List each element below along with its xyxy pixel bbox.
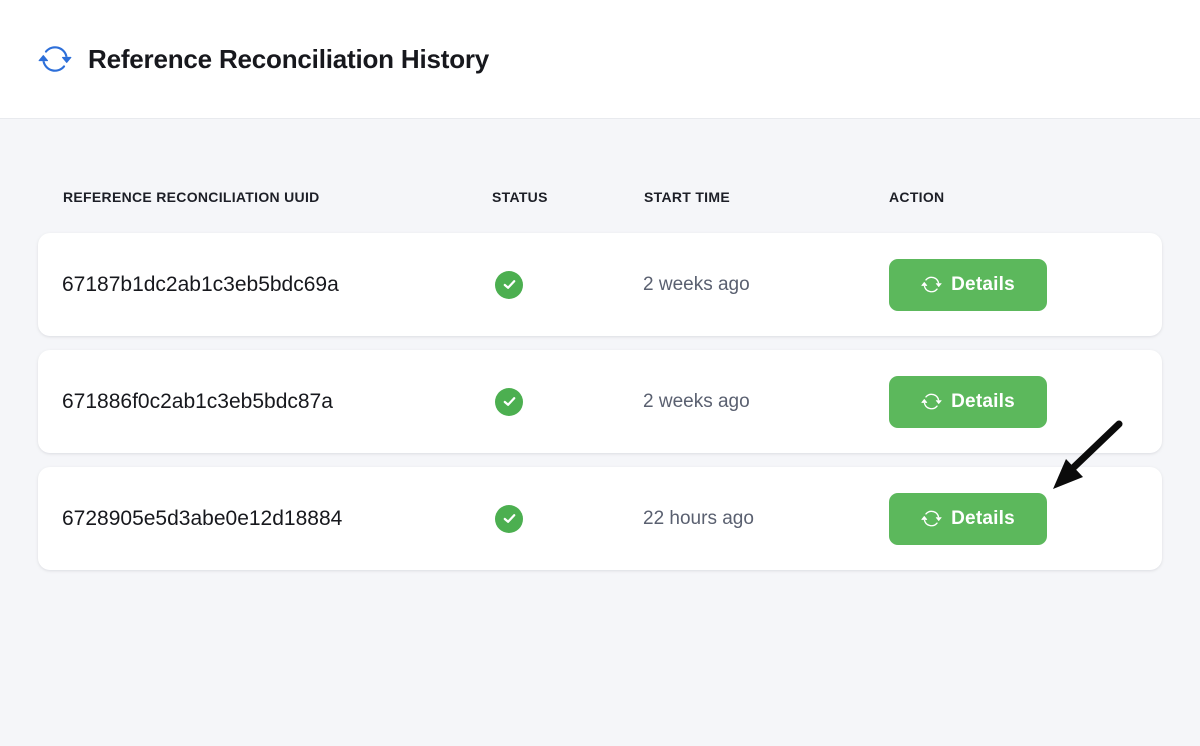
column-header-start-time: START TIME (644, 189, 730, 205)
table-row: 67187b1dc2ab1c3eb5bdc69a 2 weeks ago (38, 233, 1162, 336)
start-time-value: 2 weeks ago (643, 274, 750, 296)
details-button[interactable]: Details (889, 376, 1047, 428)
action-cell: Details (889, 376, 1047, 428)
column-header-action: ACTION (889, 189, 944, 205)
history-table: REFERENCE RECONCILIATION UUID STATUS STA… (0, 189, 1200, 570)
table-row: 671886f0c2ab1c3eb5bdc87a 2 weeks ago (38, 350, 1162, 453)
status-cell (495, 388, 523, 416)
sync-icon (38, 42, 72, 76)
sync-icon (921, 274, 942, 295)
details-button-label: Details (951, 391, 1015, 413)
check-circle-icon (495, 388, 523, 416)
status-cell (495, 271, 523, 299)
action-cell: Details (889, 493, 1047, 545)
uuid-value: 67187b1dc2ab1c3eb5bdc69a (62, 273, 339, 297)
details-button[interactable]: Details (889, 259, 1047, 311)
sync-icon (921, 508, 942, 529)
check-circle-icon (495, 505, 523, 533)
uuid-value: 671886f0c2ab1c3eb5bdc87a (62, 390, 333, 414)
app-header: Reference Reconciliation History (0, 0, 1200, 119)
details-button-label: Details (951, 274, 1015, 296)
uuid-value: 6728905e5d3abe0e12d18884 (62, 507, 342, 531)
table-row: 6728905e5d3abe0e12d18884 22 hours ago (38, 467, 1162, 570)
column-header-uuid: REFERENCE RECONCILIATION UUID (63, 189, 320, 205)
column-header-status: STATUS (492, 189, 548, 205)
details-button-label: Details (951, 508, 1015, 530)
action-cell: Details (889, 259, 1047, 311)
page: Reference Reconciliation History REFEREN… (0, 0, 1200, 746)
status-cell (495, 505, 523, 533)
table-header-row: REFERENCE RECONCILIATION UUID STATUS STA… (38, 189, 1162, 203)
details-button-row-3[interactable]: Details (889, 493, 1047, 545)
start-time-value: 22 hours ago (643, 508, 754, 530)
start-time-value: 2 weeks ago (643, 391, 750, 413)
sync-icon (921, 391, 942, 412)
check-circle-icon (495, 271, 523, 299)
page-title: Reference Reconciliation History (88, 44, 489, 75)
